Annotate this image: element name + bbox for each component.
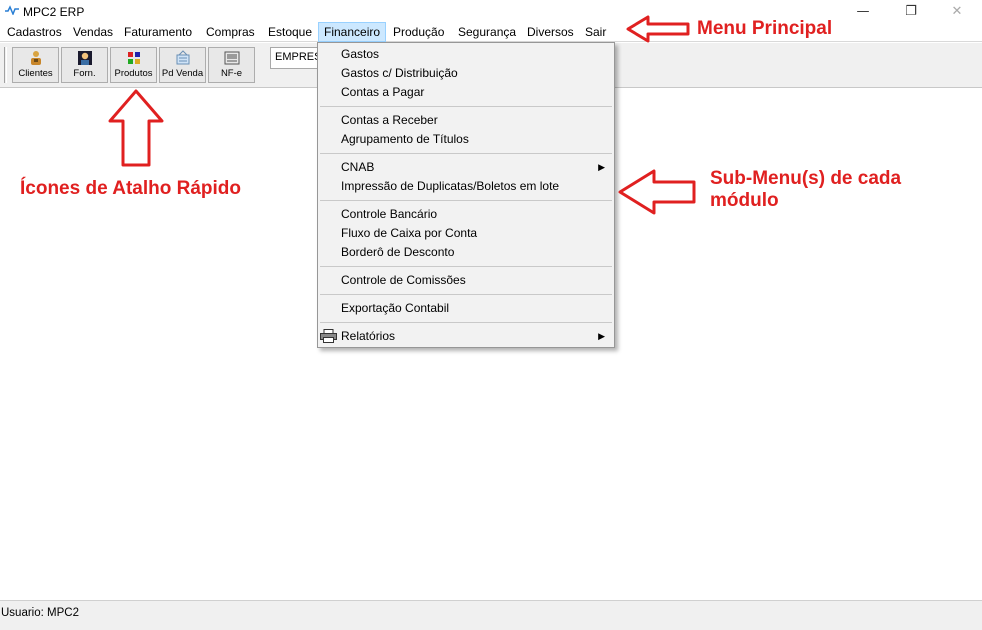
submenu-separator xyxy=(320,153,612,154)
menu-sair[interactable]: Sair xyxy=(579,22,612,42)
toolbar-grip[interactable] xyxy=(4,47,7,83)
submenu-gastos-distribuicao[interactable]: Gastos c/ Distribuição xyxy=(341,64,458,83)
submenu-separator xyxy=(320,200,612,201)
submenu-gastos[interactable]: Gastos xyxy=(341,45,379,64)
menu-financeiro[interactable]: Financeiro xyxy=(318,22,387,42)
submenu-separator xyxy=(320,266,612,267)
minimize-icon: — xyxy=(856,3,870,19)
sales-order-icon xyxy=(176,50,189,65)
minimize-button[interactable]: — xyxy=(840,0,886,22)
annotation-submenus: Sub-Menu(s) de cada módulo xyxy=(710,168,901,212)
annotation-arrow-menu-icon xyxy=(626,15,690,43)
menu-faturamento[interactable]: Faturamento xyxy=(118,22,198,42)
submenu-agrupamento-titulos[interactable]: Agrupamento de Títulos xyxy=(341,130,469,149)
submenu-arrow-icon: ▶ xyxy=(598,162,605,172)
supplier-icon xyxy=(77,51,92,65)
printer-icon xyxy=(320,329,337,343)
annotation-arrow-submenu-icon xyxy=(618,169,696,215)
submenu-controle-bancario[interactable]: Controle Bancário xyxy=(341,205,437,224)
submenu-impressao-duplicatas[interactable]: Impressão de Duplicatas/Boletos em lote xyxy=(341,177,559,196)
restore-icon: ❐ xyxy=(905,3,917,19)
annotation-arrow-icons-icon xyxy=(108,89,164,167)
submenu-relatorios-label: Relatórios xyxy=(341,329,396,343)
submenu-separator xyxy=(320,294,612,295)
menu-compras[interactable]: Compras xyxy=(200,22,261,42)
menu-vendas[interactable]: Vendas xyxy=(67,22,119,42)
clients-icon xyxy=(30,51,41,65)
submenu-cnab[interactable]: CNAB ▶ xyxy=(341,158,613,177)
main-menu-bar: Cadastros Vendas Faturamento Compras Est… xyxy=(0,22,982,42)
toolbar-pedido-venda-label: Pd Venda xyxy=(161,68,204,79)
toolbar-fornecedor-button[interactable]: Forn. xyxy=(61,47,108,83)
menu-producao[interactable]: Produção xyxy=(387,22,450,42)
title-bar: MPC2 ERP — ❐ ✕ xyxy=(0,0,982,22)
toolbar-nfe-button[interactable]: NF-e xyxy=(208,47,255,83)
app-logo-icon xyxy=(5,5,19,15)
submenu-cnab-label: CNAB xyxy=(341,160,375,174)
status-bar: Usuario: MPC2 xyxy=(0,600,982,630)
annotation-submenus-line1: Sub-Menu(s) de cada xyxy=(710,168,902,189)
menu-seguranca[interactable]: Segurança xyxy=(452,22,522,42)
annotation-menu-principal: Menu Principal xyxy=(697,18,833,39)
toolbar-clientes-label: Clientes xyxy=(18,68,53,79)
submenu-bordero-desconto[interactable]: Borderô de Desconto xyxy=(341,243,454,262)
status-user: Usuario: MPC2 xyxy=(1,607,79,619)
toolbar-clientes-button[interactable]: Clientes xyxy=(12,47,59,83)
submenu-fluxo-caixa[interactable]: Fluxo de Caixa por Conta xyxy=(341,224,477,243)
toolbar-produtos-button[interactable]: Produtos xyxy=(110,47,157,83)
toolbar-nfe-label: NF-e xyxy=(220,68,243,79)
nfe-icon xyxy=(224,51,239,65)
annotation-submenus-line2: módulo xyxy=(710,190,779,211)
menu-cadastros[interactable]: Cadastros xyxy=(1,22,68,42)
annotation-icones-atalho: Ícones de Atalho Rápido xyxy=(20,178,241,199)
submenu-contas-pagar[interactable]: Contas a Pagar xyxy=(341,83,424,102)
close-button[interactable]: ✕ xyxy=(934,0,980,22)
maximize-button[interactable]: ❐ xyxy=(888,0,934,22)
toolbar-pedido-venda-button[interactable]: Pd Venda xyxy=(159,47,206,83)
toolbar-produtos-label: Produtos xyxy=(114,68,153,79)
window-title: MPC2 ERP xyxy=(23,5,85,19)
close-icon: ✕ xyxy=(951,3,963,19)
submenu-arrow-icon: ▶ xyxy=(598,331,605,341)
financeiro-submenu: Gastos Gastos c/ Distribuição Contas a P… xyxy=(317,42,615,348)
menu-estoque[interactable]: Estoque xyxy=(262,22,318,42)
submenu-contas-receber[interactable]: Contas a Receber xyxy=(341,111,438,130)
products-icon xyxy=(127,52,140,64)
submenu-exportacao-contabil[interactable]: Exportação Contabil xyxy=(341,299,449,318)
menu-diversos[interactable]: Diversos xyxy=(521,22,580,42)
submenu-separator xyxy=(320,106,612,107)
submenu-separator xyxy=(320,322,612,323)
submenu-controle-comissoes[interactable]: Controle de Comissões xyxy=(341,271,466,290)
submenu-relatorios[interactable]: Relatórios ▶ xyxy=(320,327,613,346)
toolbar-fornecedor-label: Forn. xyxy=(73,68,96,79)
